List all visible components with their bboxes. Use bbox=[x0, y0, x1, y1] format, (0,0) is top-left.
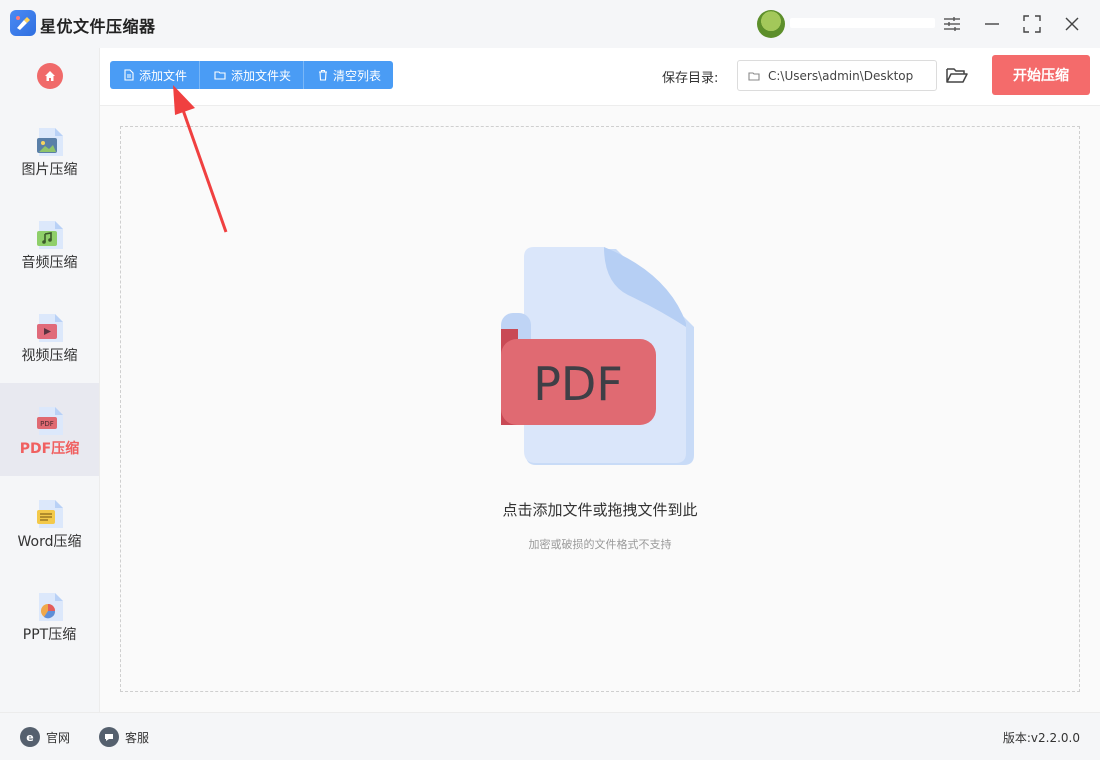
close-icon[interactable] bbox=[1058, 10, 1086, 38]
file-icon bbox=[124, 69, 134, 81]
sidebar-item-label: 音频压缩 bbox=[21, 255, 78, 271]
save-dir-label: 保存目录: bbox=[662, 71, 719, 86]
sidebar-item-audio[interactable]: 音频压缩 bbox=[0, 197, 99, 290]
open-folder-icon bbox=[946, 68, 968, 83]
video-file-icon bbox=[37, 314, 63, 342]
username-placeholder bbox=[790, 18, 935, 28]
sidebar-item-label: 图片压缩 bbox=[21, 162, 78, 178]
version-label: 版本:v2.2.0.0 bbox=[1002, 731, 1080, 745]
maximize-icon[interactable] bbox=[1018, 10, 1046, 38]
sliders-icon[interactable] bbox=[938, 10, 966, 38]
add-folder-button[interactable]: 添加文件夹 bbox=[200, 61, 305, 89]
dropzone-subtitle: 加密或破损的文件格式不支持 bbox=[528, 538, 672, 551]
sidebar-item-image[interactable]: 图片压缩 bbox=[0, 104, 99, 197]
app-logo-icon bbox=[10, 10, 36, 36]
save-path-value: C:\Users\admin\Desktop bbox=[768, 68, 914, 83]
browse-folder-button[interactable] bbox=[945, 63, 969, 87]
folder-icon bbox=[214, 71, 226, 80]
support-link[interactable]: 客服 bbox=[99, 727, 149, 747]
start-compress-button[interactable]: 开始压缩 bbox=[992, 55, 1090, 95]
pdf-file-icon: PDF bbox=[37, 407, 63, 435]
sidebar-item-video[interactable]: 视频压缩 bbox=[0, 290, 99, 383]
browser-icon: e bbox=[20, 727, 40, 747]
minimize-icon[interactable] bbox=[978, 10, 1006, 38]
sidebar-item-pdf[interactable]: PDF PDF压缩 bbox=[0, 383, 99, 476]
folder-icon bbox=[748, 71, 760, 81]
ppt-file-icon bbox=[39, 593, 63, 621]
sidebar-item-word[interactable]: Word压缩 bbox=[0, 476, 99, 569]
sidebar-item-label: PDF压缩 bbox=[19, 441, 80, 457]
toolbar: 添加文件 添加文件夹 清空列表 保存目录: C:\Users\admin\Des… bbox=[100, 48, 1100, 106]
dropzone-title: 点击添加文件或拖拽文件到此 bbox=[502, 501, 698, 519]
website-link[interactable]: e 官网 bbox=[20, 727, 70, 747]
website-label: 官网 bbox=[46, 730, 71, 745]
pdf-illustration-text: PDF bbox=[533, 357, 623, 411]
add-folder-label: 添加文件夹 bbox=[231, 68, 292, 83]
user-avatar[interactable] bbox=[757, 10, 785, 38]
add-file-label: 添加文件 bbox=[139, 68, 188, 83]
trash-icon bbox=[319, 69, 328, 81]
file-dropzone[interactable]: PDF 点击添加文件或拖拽文件到此 加密或破损的文件格式不支持 bbox=[120, 126, 1080, 692]
pdf-document-icon: PDF bbox=[501, 247, 694, 465]
sidebar-item-label: 视频压缩 bbox=[21, 348, 78, 364]
sidebar-item-label: Word压缩 bbox=[17, 534, 82, 550]
chat-icon bbox=[99, 727, 119, 747]
word-file-icon bbox=[37, 500, 63, 528]
title-bar: 星优文件压缩器 bbox=[0, 0, 1100, 48]
audio-file-icon bbox=[37, 221, 63, 249]
main-content: PDF 点击添加文件或拖拽文件到此 加密或破损的文件格式不支持 bbox=[100, 106, 1100, 712]
clear-list-button[interactable]: 清空列表 bbox=[304, 61, 393, 89]
sidebar: 图片压缩 音频压缩 视频压缩 PDF PDF压缩 Word压缩 PPT压缩 bbox=[0, 48, 100, 712]
home-icon bbox=[45, 71, 55, 81]
svg-text:e: e bbox=[26, 731, 33, 743]
app-title: 星优文件压缩器 bbox=[40, 17, 156, 36]
home-button[interactable] bbox=[37, 63, 63, 89]
support-label: 客服 bbox=[125, 730, 150, 745]
sidebar-item-ppt[interactable]: PPT压缩 bbox=[0, 569, 99, 662]
image-file-icon bbox=[37, 128, 63, 156]
sidebar-item-label: PPT压缩 bbox=[22, 627, 77, 643]
clear-list-label: 清空列表 bbox=[333, 68, 382, 83]
add-file-button[interactable]: 添加文件 bbox=[110, 61, 201, 89]
footer: e 官网 客服 版本:v2.2.0.0 bbox=[0, 712, 1100, 760]
save-path-field[interactable]: C:\Users\admin\Desktop bbox=[737, 60, 937, 91]
svg-text:PDF: PDF bbox=[40, 420, 54, 428]
file-action-group: 添加文件 添加文件夹 清空列表 bbox=[110, 61, 394, 89]
